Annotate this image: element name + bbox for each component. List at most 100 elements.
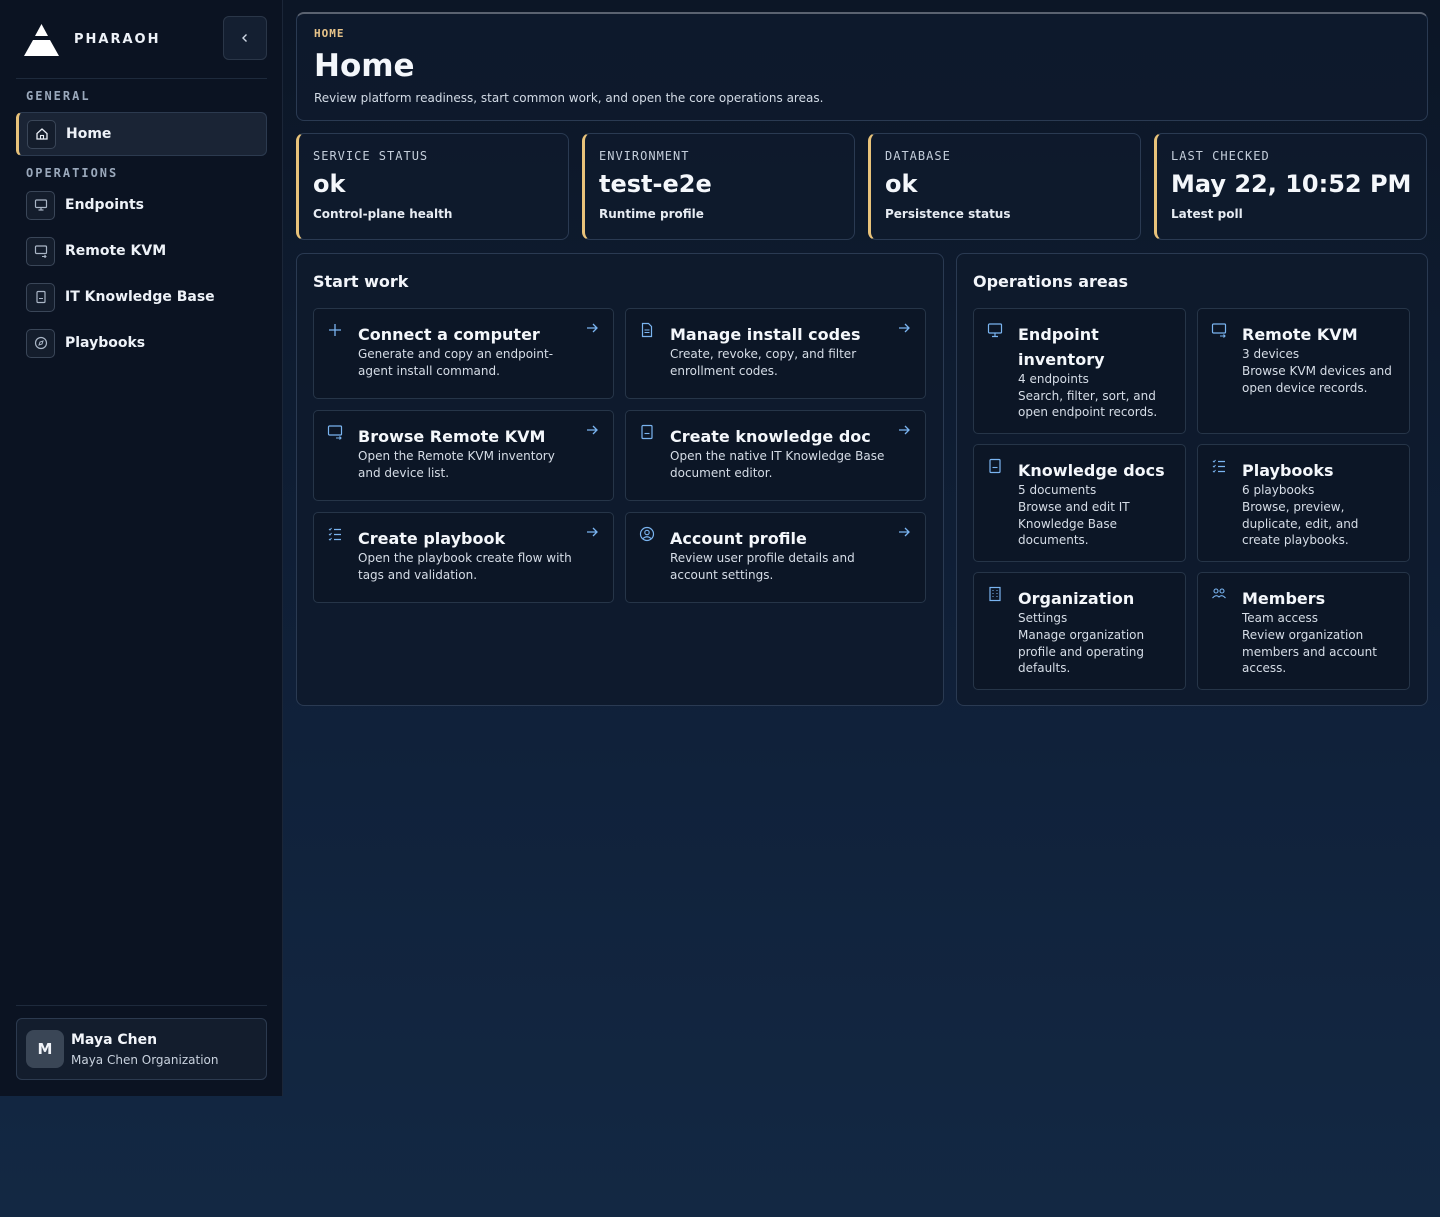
collapse-sidebar-button[interactable] — [223, 16, 267, 60]
user-name: Maya Chen — [71, 1031, 158, 1048]
card-title: Create playbook — [358, 529, 506, 548]
area-card-remote-kvm[interactable]: Remote KVM 3 devices Browse KVM devices … — [1197, 308, 1410, 434]
card-description: defaults. — [1018, 661, 1071, 675]
card-description: create playbooks. — [1242, 533, 1349, 547]
stat-value: May 22, 10:52 PM — [1171, 170, 1412, 198]
book-icon — [26, 282, 55, 312]
manage-install-codes-card[interactable]: Manage install codes Create, revoke, cop… — [625, 308, 926, 399]
card-description: members and account — [1242, 645, 1377, 659]
area-card-organization[interactable]: Organization Settings Manage organizatio… — [973, 572, 1186, 690]
card-count: 4 endpoints — [1018, 372, 1089, 386]
card-title: Remote KVM — [1242, 325, 1358, 344]
card-count: 3 devices — [1242, 347, 1300, 361]
stat-caption: Runtime profile — [599, 207, 704, 221]
book-icon — [987, 458, 1003, 474]
card-description: account settings. — [670, 568, 774, 582]
stat-value: test-e2e — [599, 170, 712, 198]
stat-label: DATABASE — [885, 149, 951, 163]
card-title: Organization — [1018, 589, 1135, 608]
card-description: Open the native IT Knowledge Base — [670, 449, 885, 463]
account-profile-card[interactable]: Account profile Review user profile deta… — [625, 512, 926, 603]
home-icon — [27, 119, 56, 149]
compass-icon — [26, 328, 55, 358]
checklist-icon — [1211, 458, 1227, 474]
sidebar-item-label: Playbooks — [65, 335, 146, 351]
sidebar-item-it-knowledge-base[interactable]: IT Knowledge Base — [16, 275, 267, 319]
card-description: agent install command. — [358, 364, 500, 378]
stat-value: ok — [313, 170, 346, 198]
remote-screen-icon — [1211, 322, 1227, 338]
card-title: Members — [1242, 589, 1326, 608]
sidebar-item-remote-kvm[interactable]: Remote KVM — [16, 229, 267, 273]
document-icon — [639, 322, 655, 338]
area-card-playbooks[interactable]: Playbooks 6 playbooks Browse, preview, d… — [1197, 444, 1410, 562]
create-knowledge-doc-card[interactable]: Create knowledge doc Open the native IT … — [625, 410, 926, 501]
stat-card-database: DATABASE ok Persistence status — [868, 133, 1141, 240]
card-description: Search, filter, sort, and — [1018, 389, 1156, 403]
monitor-icon — [26, 190, 55, 220]
card-count: 5 documents — [1018, 483, 1097, 497]
card-count: 6 playbooks — [1242, 483, 1315, 497]
book-icon — [639, 424, 655, 440]
card-title: Knowledge docs — [1018, 461, 1165, 480]
operations-areas-panel: Operations areas Endpoint inventory 4 en… — [956, 253, 1428, 706]
card-description: Review user profile details and — [670, 551, 855, 565]
sidebar: PHARAOH GENERAL Home OPERATIONS Endpoint… — [0, 0, 283, 1096]
checklist-icon — [327, 526, 343, 542]
card-description: document editor. — [670, 466, 773, 480]
monitor-icon — [987, 322, 1003, 338]
card-description: Browse KVM devices and — [1242, 364, 1392, 378]
card-title: Create knowledge doc — [670, 427, 871, 446]
connect-computer-card[interactable]: Connect a computer Generate and copy an … — [313, 308, 614, 399]
remote-screen-icon — [26, 236, 55, 266]
card-description: access. — [1242, 661, 1287, 675]
sidebar-item-home[interactable]: Home — [16, 112, 267, 156]
stat-value: ok — [885, 170, 918, 198]
stat-card-service-status: SERVICE STATUS ok Control-plane health — [296, 133, 569, 240]
card-description: profile and operating — [1018, 645, 1144, 659]
card-description: Open the playbook create flow with — [358, 551, 572, 565]
card-title: Browse Remote KVM — [358, 427, 546, 446]
sidebar-item-label: Remote KVM — [65, 243, 167, 259]
create-playbook-card[interactable]: Create playbook Open the playbook create… — [313, 512, 614, 603]
arrow-right-icon — [587, 425, 598, 435]
arrow-right-icon — [587, 323, 598, 333]
section-title: Start work — [313, 272, 409, 291]
area-card-endpoint-inventory[interactable]: Endpoint inventory 4 endpoints Search, f… — [973, 308, 1186, 434]
brand-name: PHARAOH — [74, 31, 161, 47]
stat-label: LAST CHECKED — [1171, 149, 1270, 163]
plus-icon — [327, 322, 343, 338]
area-card-knowledge-docs[interactable]: Knowledge docs 5 documents Browse and ed… — [973, 444, 1186, 562]
section-label-operations: OPERATIONS — [26, 166, 119, 180]
page-description: Review platform readiness, start common … — [314, 91, 824, 105]
arrow-right-icon — [899, 425, 910, 435]
page-title: Home — [314, 48, 415, 84]
card-description: open device records. — [1242, 381, 1368, 395]
card-description: Generate and copy an endpoint- — [358, 347, 554, 361]
brand[interactable]: PHARAOH — [24, 22, 160, 56]
sidebar-item-endpoints[interactable]: Endpoints — [16, 183, 267, 227]
card-description: and device list. — [358, 466, 450, 480]
stat-caption: Persistence status — [885, 207, 1011, 221]
card-description: tags and validation. — [358, 568, 478, 582]
card-title: Manage install codes — [670, 325, 861, 344]
area-card-members[interactable]: Members Team access Review organization … — [1197, 572, 1410, 690]
stat-label: SERVICE STATUS — [313, 149, 429, 163]
sidebar-item-playbooks[interactable]: Playbooks — [16, 321, 267, 365]
building-icon — [987, 586, 1003, 602]
pyramid-logo-icon — [24, 24, 59, 56]
user-menu[interactable]: M Maya Chen Maya Chen Organization — [16, 1018, 267, 1080]
users-icon — [1211, 586, 1227, 602]
stat-caption: Control-plane health — [313, 207, 453, 221]
sidebar-item-label: IT Knowledge Base — [65, 289, 215, 305]
card-description: Browse and edit IT — [1018, 500, 1130, 514]
start-work-panel: Start work Connect a computer Generate a… — [296, 253, 944, 706]
browse-remote-kvm-card[interactable]: Browse Remote KVM Open the Remote KVM in… — [313, 410, 614, 501]
breadcrumb: HOME — [314, 27, 345, 40]
card-description: Manage organization — [1018, 628, 1145, 642]
user-circle-icon — [639, 526, 655, 542]
card-subtitle: Settings — [1018, 611, 1068, 625]
stat-caption: Latest poll — [1171, 207, 1243, 221]
sidebar-divider — [16, 1005, 267, 1006]
sidebar-item-label: Endpoints — [65, 197, 144, 213]
